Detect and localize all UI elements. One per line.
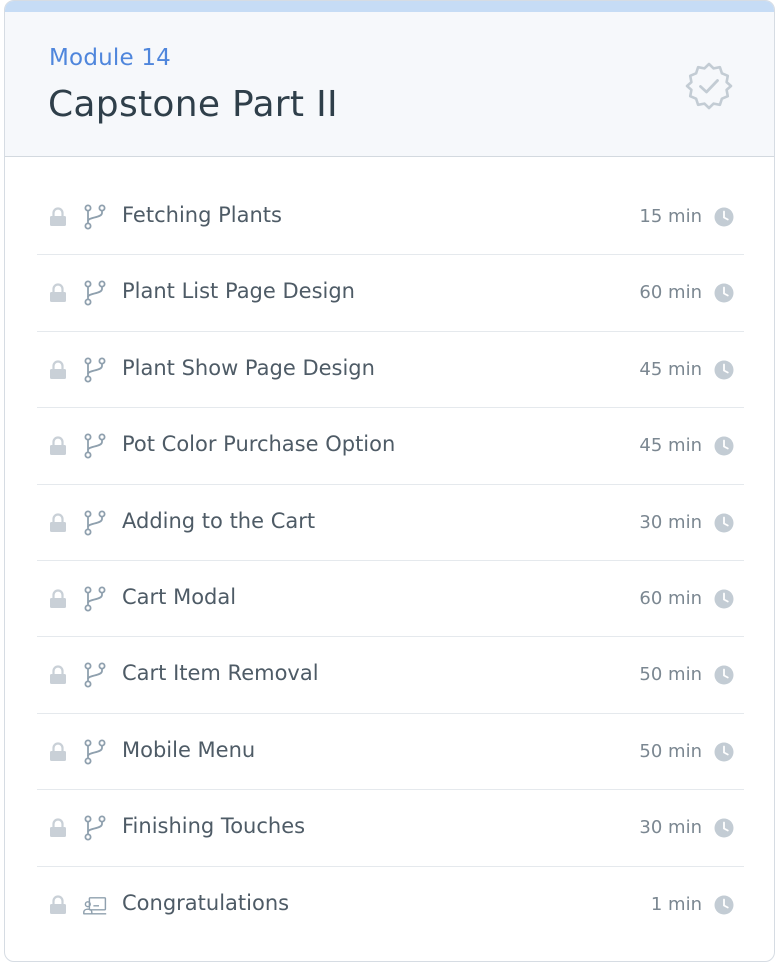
lesson-row[interactable]: Cart Item Removal 50 min: [37, 637, 744, 714]
lock-icon: [50, 589, 66, 608]
git-branch-icon: [84, 586, 106, 612]
lesson-duration: 30 min: [639, 511, 702, 533]
lock-icon: [50, 283, 66, 303]
card-top-accent: [5, 1, 774, 12]
lesson-row[interactable]: Congratulations 1 min: [37, 867, 744, 943]
lesson-list: Fetching Plants 15 min Plant List Page D…: [37, 179, 744, 943]
clock-icon: [714, 207, 734, 227]
lesson-title[interactable]: Cart Modal: [122, 585, 236, 609]
lesson-row[interactable]: Plant List Page Design 60 min: [37, 255, 744, 332]
clock-icon: [714, 818, 734, 838]
presentation-icon: [83, 896, 107, 915]
lock-icon: [50, 894, 66, 914]
verified-badge-icon: [685, 62, 733, 110]
module-number: Module 14: [49, 45, 172, 71]
lock-icon: [50, 818, 66, 838]
clock-icon: [714, 360, 734, 380]
git-branch-icon: [84, 815, 106, 841]
module-header: Module 14 Capstone Part II: [5, 12, 774, 157]
lock-icon: [50, 742, 66, 761]
lesson-duration: 60 min: [639, 282, 702, 304]
lock-icon: [50, 360, 66, 379]
lock-icon: [50, 512, 66, 532]
clock-icon: [714, 283, 734, 303]
lesson-duration: 45 min: [639, 435, 702, 457]
git-branch-icon: [84, 357, 106, 383]
clock-icon: [714, 589, 734, 609]
lesson-row[interactable]: Plant Show Page Design 45 min: [37, 332, 744, 409]
git-branch-icon: [84, 510, 106, 536]
lock-icon: [50, 207, 66, 226]
lesson-title[interactable]: Congratulations: [122, 891, 289, 915]
lesson-duration: 60 min: [639, 587, 702, 609]
lesson-duration: 50 min: [639, 664, 702, 686]
lesson-title[interactable]: Mobile Menu: [122, 738, 255, 762]
lesson-row[interactable]: Pot Color Purchase Option 45 min: [37, 408, 744, 485]
git-branch-icon: [84, 433, 106, 459]
clock-icon: [714, 436, 734, 456]
lesson-title[interactable]: Finishing Touches: [122, 814, 305, 838]
clock-icon: [714, 895, 734, 915]
git-branch-icon: [84, 739, 106, 765]
lesson-row[interactable]: Fetching Plants 15 min: [37, 179, 744, 256]
clock-icon: [714, 742, 734, 762]
lesson-duration: 50 min: [639, 740, 702, 762]
lesson-row[interactable]: Adding to the Cart 30 min: [37, 485, 744, 561]
lesson-title[interactable]: Plant List Page Design: [122, 279, 355, 303]
lesson-duration: 15 min: [639, 206, 702, 227]
clock-icon: [714, 665, 734, 685]
lesson-duration: 30 min: [639, 817, 702, 839]
module-card: Module 14 Capstone Part II Fetching Plan…: [4, 0, 775, 962]
lesson-title[interactable]: Fetching Plants: [122, 203, 282, 227]
lesson-duration: 1 min: [650, 893, 702, 915]
lesson-row[interactable]: Cart Modal 60 min: [37, 561, 744, 638]
git-branch-icon: [84, 662, 106, 688]
lesson-title[interactable]: Plant Show Page Design: [122, 356, 375, 380]
clock-icon: [714, 513, 734, 533]
lesson-row[interactable]: Finishing Touches 30 min: [37, 790, 744, 867]
lesson-row[interactable]: Mobile Menu 50 min: [37, 714, 744, 791]
lesson-title[interactable]: Cart Item Removal: [122, 661, 319, 685]
git-branch-icon: [84, 204, 106, 230]
lesson-duration: 45 min: [639, 358, 702, 380]
lock-icon: [50, 665, 66, 685]
lock-icon: [50, 436, 66, 456]
module-title: Capstone Part II: [48, 84, 338, 125]
lesson-title[interactable]: Pot Color Purchase Option: [122, 432, 395, 456]
lesson-title[interactable]: Adding to the Cart: [122, 509, 315, 533]
git-branch-icon: [84, 280, 106, 306]
